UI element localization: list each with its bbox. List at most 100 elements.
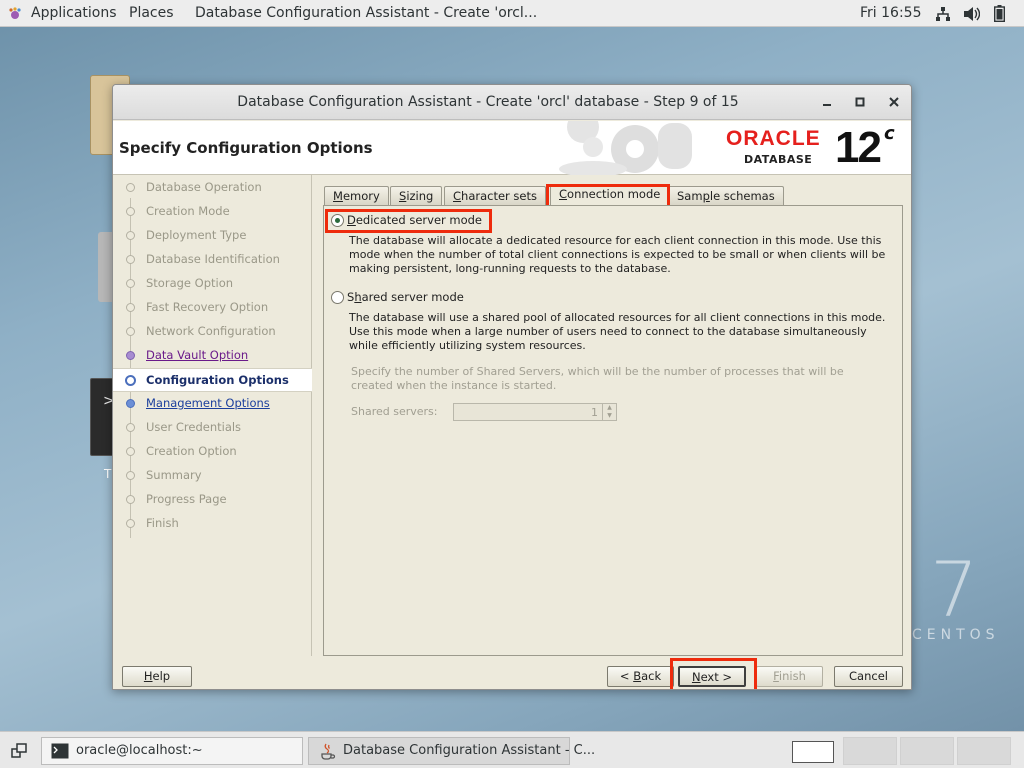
tab-sample-mnemonic: p bbox=[702, 189, 710, 203]
step-item: Database Operation bbox=[113, 176, 312, 200]
back-mnemonic: B bbox=[633, 669, 642, 683]
oracle-version: 12 bbox=[835, 123, 882, 172]
step-label: Progress Page bbox=[146, 492, 227, 506]
step-label: Data Vault Option bbox=[146, 348, 249, 362]
step-item: Creation Mode bbox=[113, 200, 312, 224]
active-app-menu[interactable]: Database Configuration Assistant - Creat… bbox=[195, 5, 537, 21]
shared-server-label[interactable]: Shared server mode bbox=[347, 290, 464, 304]
step-item: Finish bbox=[113, 512, 312, 536]
step-item: Summary bbox=[113, 464, 312, 488]
volume-icon[interactable] bbox=[963, 6, 980, 22]
step-item: Creation Option bbox=[113, 440, 312, 464]
step-dot-icon bbox=[126, 351, 135, 360]
centos-logo-word: CENTOS bbox=[912, 627, 1000, 643]
taskbar-dbca-task[interactable]: Database Configuration Assistant - C... bbox=[308, 737, 595, 765]
shared-server-description: The database will use a shared pool of a… bbox=[349, 311, 886, 352]
back-prefix: < bbox=[619, 669, 634, 683]
tab-sample-prefix: Sam bbox=[677, 189, 703, 203]
step-item[interactable]: Data Vault Option bbox=[113, 344, 312, 368]
tab-sample-schemas[interactable]: Sample schemas bbox=[668, 186, 784, 205]
shared-server-radio[interactable] bbox=[331, 291, 344, 304]
cancel-button[interactable]: Cancel bbox=[834, 666, 903, 687]
step-label: Creation Option bbox=[146, 444, 237, 458]
step-item: Storage Option bbox=[113, 272, 312, 296]
window-title: Database Configuration Assistant - Creat… bbox=[237, 94, 739, 110]
oracle-product-name: DATABASE bbox=[744, 153, 813, 166]
step-dot-icon bbox=[126, 423, 135, 432]
step-dot-icon bbox=[126, 207, 135, 216]
tab-sizing-label: izing bbox=[406, 189, 434, 203]
highlight-dedicated-option bbox=[325, 209, 492, 233]
page-title: Specify Configuration Options bbox=[119, 139, 373, 157]
step-dot-icon bbox=[126, 255, 135, 264]
step-item[interactable]: Management Options bbox=[113, 392, 312, 416]
step-label: Management Options bbox=[146, 396, 270, 410]
tab-memory[interactable]: Memory bbox=[324, 186, 389, 205]
step-dot-icon bbox=[125, 375, 136, 386]
network-icon[interactable] bbox=[935, 6, 951, 22]
step-dot-icon bbox=[126, 327, 135, 336]
battery-icon[interactable] bbox=[994, 5, 1005, 22]
centos-logo-number: 7 bbox=[930, 545, 979, 634]
step-label: Finish bbox=[146, 516, 179, 530]
gnome-foot-icon bbox=[9, 7, 21, 19]
step-label: Deployment Type bbox=[146, 228, 247, 242]
tab-memory-mnemonic: M bbox=[333, 189, 343, 203]
finish-label: inish bbox=[778, 669, 806, 683]
step-item: Progress Page bbox=[113, 488, 312, 512]
help-label: elp bbox=[152, 669, 171, 683]
step-dot-icon bbox=[126, 471, 135, 480]
step-dot-icon bbox=[126, 231, 135, 240]
shared-servers-hint: Specify the number of Shared Servers, wh… bbox=[351, 365, 844, 392]
window-titlebar[interactable]: Database Configuration Assistant - Creat… bbox=[113, 85, 911, 120]
tab-sizing[interactable]: Sizing bbox=[390, 186, 443, 205]
spinner-arrows-icon[interactable]: ▲ ▼ bbox=[602, 404, 616, 420]
tab-charsets-label: haracter sets bbox=[461, 189, 537, 203]
dbca-window: Database Configuration Assistant - Creat… bbox=[112, 84, 912, 690]
step-label: Database Operation bbox=[146, 180, 262, 194]
shared-text: ared server mode bbox=[361, 290, 464, 304]
shared-servers-label: Shared servers: bbox=[351, 405, 438, 418]
maximize-button[interactable] bbox=[849, 91, 871, 113]
close-icon bbox=[889, 97, 899, 107]
desktop-icon-label: T bbox=[104, 467, 112, 481]
step-label: Network Configuration bbox=[146, 324, 276, 338]
java-icon bbox=[321, 743, 336, 760]
applications-menu[interactable]: Applications bbox=[31, 5, 117, 21]
top-bar: Applications Places Database Configurati… bbox=[0, 0, 1024, 27]
page-header: Specify Configuration Options ORACLE DAT… bbox=[113, 121, 911, 175]
help-button[interactable]: Help bbox=[122, 666, 192, 687]
step-dot-icon bbox=[126, 183, 135, 192]
clock[interactable]: Fri 16:55 bbox=[860, 5, 921, 21]
minimize-button[interactable] bbox=[816, 91, 838, 113]
terminal-icon bbox=[51, 743, 69, 759]
bottom-taskbar: oracle@localhost:~ Database Configuratio… bbox=[0, 731, 1024, 768]
tab-memory-label: emory bbox=[342, 189, 380, 203]
places-menu[interactable]: Places bbox=[129, 5, 174, 21]
workspace-1[interactable] bbox=[792, 741, 834, 763]
step-item: Configuration Options bbox=[113, 368, 312, 392]
back-label: ack bbox=[641, 669, 662, 683]
step-dot-icon bbox=[126, 519, 135, 528]
back-button[interactable]: < Back bbox=[607, 666, 674, 687]
workspace-4[interactable] bbox=[957, 737, 1011, 765]
tab-sample-label: le schemas bbox=[709, 189, 775, 203]
workspace-3[interactable] bbox=[900, 737, 954, 765]
taskbar-dbca-label: Database Configuration Assistant - C... bbox=[343, 743, 596, 758]
workspace-2[interactable] bbox=[843, 737, 897, 765]
show-desktop-icon[interactable] bbox=[11, 743, 27, 759]
oracle-logo: ORACLE bbox=[726, 127, 821, 150]
step-label: Storage Option bbox=[146, 276, 234, 290]
taskbar-terminal-label: oracle@localhost:~ bbox=[76, 743, 203, 758]
step-label: Creation Mode bbox=[146, 204, 230, 218]
step-item: Database Identification bbox=[113, 248, 312, 272]
tab-character-sets[interactable]: Character sets bbox=[444, 186, 546, 205]
shared-servers-spinner[interactable]: 1 ▲ ▼ bbox=[453, 403, 617, 421]
taskbar-terminal-task[interactable]: oracle@localhost:~ bbox=[41, 737, 303, 765]
finish-button[interactable]: Finish bbox=[756, 666, 823, 687]
close-button[interactable] bbox=[883, 91, 905, 113]
help-mnemonic: H bbox=[143, 669, 153, 683]
minimize-icon bbox=[823, 104, 831, 106]
shared-mnemonic: h bbox=[354, 290, 362, 304]
step-label: Fast Recovery Option bbox=[146, 300, 269, 314]
